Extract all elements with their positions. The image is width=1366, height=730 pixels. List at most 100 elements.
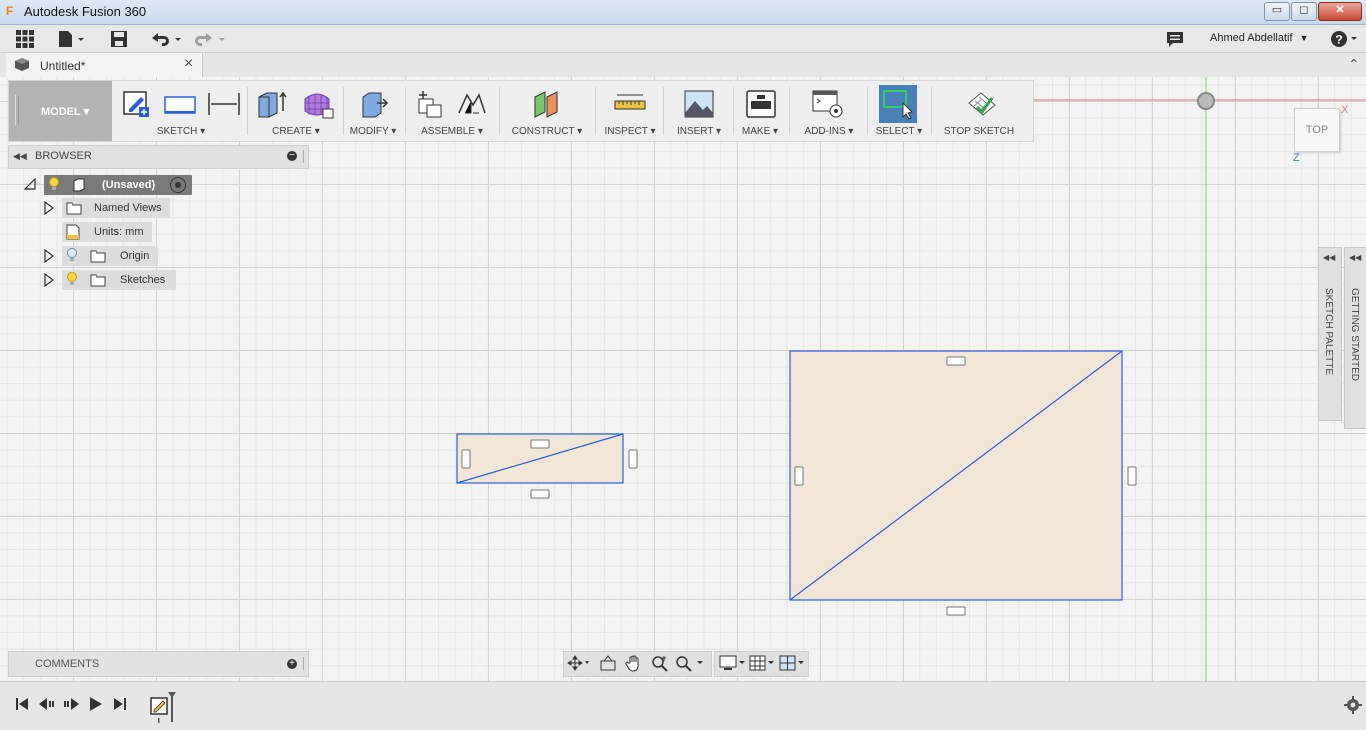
- step-forward-icon[interactable]: [62, 696, 80, 714]
- sketch-group[interactable]: SKETCH ▾: [117, 81, 245, 141]
- collapse-browser-icon[interactable]: ◀◀: [13, 151, 27, 162]
- play-icon[interactable]: [88, 696, 104, 714]
- extrude-icon[interactable]: [255, 89, 289, 122]
- stop-sketch-button[interactable]: STOP SKETCH: [935, 81, 1023, 141]
- lightbulb-off-icon[interactable]: [66, 248, 78, 270]
- expand-triangle-icon[interactable]: [44, 248, 54, 266]
- make-label: MAKE: [741, 126, 771, 137]
- form-icon[interactable]: [301, 89, 335, 122]
- step-back-icon[interactable]: [38, 696, 56, 714]
- ribbon-divider: [789, 87, 790, 135]
- collapse-ribbon-icon[interactable]: ⌃: [1348, 56, 1360, 73]
- browser-root-row[interactable]: (Unsaved): [23, 175, 224, 195]
- ribbon-divider: [663, 87, 664, 135]
- expand-panel-icon[interactable]: ◀◀: [1349, 253, 1361, 262]
- maximize-icon[interactable]: ◻: [1291, 2, 1317, 21]
- lightbulb-icon[interactable]: [48, 177, 60, 199]
- 3d-print-icon[interactable]: [745, 89, 777, 122]
- new-component-icon[interactable]: [415, 89, 447, 122]
- assemble-label: ASSEMBLE: [421, 126, 476, 137]
- browser-header[interactable]: ◀◀ BROWSER −: [8, 145, 309, 169]
- add-ins-label: ADD-INS: [804, 126, 846, 137]
- joint-icon[interactable]: [455, 89, 489, 122]
- add-ins-group[interactable]: ADD-INS ▾: [793, 81, 865, 141]
- pan-hand-icon[interactable]: [625, 654, 643, 675]
- expand-triangle-icon[interactable]: [23, 177, 36, 193]
- select-label: SELECT: [875, 126, 915, 137]
- timeline-bar: [0, 681, 1366, 730]
- add-comment-icon[interactable]: +: [287, 659, 297, 669]
- notifications-icon[interactable]: [1166, 30, 1184, 48]
- browser-item-named-views[interactable]: Named Views: [44, 198, 204, 218]
- file-icon[interactable]: [58, 30, 86, 48]
- browser-item-origin[interactable]: Origin: [44, 246, 164, 266]
- go-to-end-icon[interactable]: [112, 696, 128, 714]
- create-sketch-icon[interactable]: [121, 89, 151, 122]
- browser-minus-icon[interactable]: −: [287, 151, 297, 161]
- component-icon: [72, 178, 86, 199]
- stop-sketch-icon[interactable]: [965, 89, 999, 122]
- viewports-icon[interactable]: [779, 655, 807, 674]
- getting-started-panel[interactable]: ◀◀ GETTING STARTED: [1344, 247, 1366, 429]
- go-to-start-icon[interactable]: [14, 696, 30, 714]
- modify-label: MODIFY: [349, 126, 389, 137]
- navigation-toolbar: [563, 651, 809, 677]
- inspect-group[interactable]: INSPECT ▾: [599, 81, 661, 141]
- select-icon[interactable]: [879, 85, 917, 123]
- viewcube[interactable]: TOP: [1294, 108, 1340, 152]
- lightbulb-icon[interactable]: [66, 272, 78, 294]
- close-icon[interactable]: ✕: [1318, 2, 1362, 21]
- tab-untitled[interactable]: Untitled* ×: [6, 53, 203, 77]
- user-name: Ahmed Abdellatif: [1210, 32, 1293, 44]
- root-component-label: (Unsaved): [102, 179, 156, 191]
- workspace-switcher[interactable]: MODEL ▾: [9, 81, 112, 141]
- select-group[interactable]: SELECT ▾: [871, 81, 927, 141]
- redo-icon[interactable]: [194, 30, 228, 48]
- browser-item-sketches[interactable]: Sketches: [44, 270, 184, 290]
- folder-icon: [90, 273, 106, 294]
- fit-icon[interactable]: [675, 654, 705, 675]
- save-icon[interactable]: [110, 30, 128, 48]
- sketch-palette-label: SKETCH PALETTE: [1323, 288, 1334, 376]
- timeline-settings-gear-icon[interactable]: [1344, 696, 1362, 717]
- offset-plane-icon[interactable]: [531, 89, 565, 122]
- expand-panel-icon[interactable]: ◀◀: [1323, 253, 1335, 262]
- apps-grid-icon[interactable]: [16, 30, 34, 48]
- make-group[interactable]: MAKE ▾: [735, 81, 785, 141]
- comments-panel[interactable]: COMMENTS +: [8, 651, 309, 677]
- viewcube-x-axis: X: [1341, 104, 1349, 116]
- dimension-icon[interactable]: [207, 89, 241, 122]
- measure-icon[interactable]: [613, 89, 647, 122]
- expand-triangle-icon[interactable]: [44, 272, 54, 290]
- insert-image-icon[interactable]: [683, 89, 715, 122]
- folder-icon: [66, 201, 82, 222]
- viewcube-face-label: TOP: [1305, 124, 1329, 136]
- look-at-icon[interactable]: [599, 655, 617, 674]
- undo-icon[interactable]: [150, 30, 184, 48]
- folder-icon: [90, 249, 106, 270]
- zoom-icon[interactable]: [651, 654, 669, 675]
- insert-group[interactable]: INSERT ▾: [667, 81, 731, 141]
- help-icon[interactable]: ?: [1330, 30, 1360, 48]
- display-settings-icon[interactable]: [719, 655, 747, 674]
- scripts-addins-icon[interactable]: [811, 89, 845, 122]
- grid-settings-icon[interactable]: [749, 655, 777, 674]
- create-group[interactable]: CREATE ▾: [251, 81, 341, 141]
- browser-item-units[interactable]: Units: mm: [62, 222, 152, 242]
- create-label: CREATE: [272, 126, 312, 137]
- rectangle-icon[interactable]: [163, 89, 197, 122]
- browser-title: BROWSER: [35, 150, 92, 162]
- assemble-group[interactable]: ASSEMBLE ▾: [407, 81, 497, 141]
- sketch-palette-panel[interactable]: ◀◀ SKETCH PALETTE: [1318, 247, 1342, 421]
- activate-radio-icon[interactable]: [170, 177, 186, 193]
- orbit-icon[interactable]: [567, 655, 591, 674]
- expand-triangle-icon[interactable]: [44, 200, 54, 218]
- modify-group[interactable]: MODIFY ▾: [345, 81, 401, 141]
- close-tab-icon[interactable]: ×: [184, 55, 193, 73]
- timeline-sketch-feature-icon[interactable]: [148, 690, 176, 727]
- construct-group[interactable]: CONSTRUCT ▾: [503, 81, 591, 141]
- press-pull-icon[interactable]: [357, 89, 391, 122]
- quick-access-toolbar: Ahmed Abdellatif ▼ ?: [0, 25, 1366, 53]
- minimize-icon[interactable]: ▭: [1264, 2, 1290, 21]
- user-menu[interactable]: Ahmed Abdellatif ▼: [1210, 32, 1309, 44]
